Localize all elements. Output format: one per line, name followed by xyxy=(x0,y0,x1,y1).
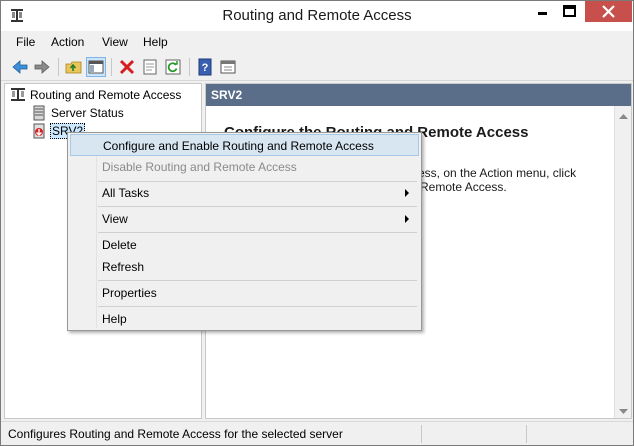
menu-view[interactable]: View xyxy=(102,35,128,49)
menu-item-delete[interactable]: Delete xyxy=(70,234,419,256)
tree-item-label: Server Status xyxy=(51,106,124,120)
pane-header: SRV2 xyxy=(206,84,631,106)
title-bar[interactable]: Routing and Remote Access xyxy=(1,1,633,31)
refresh-icon[interactable] xyxy=(163,57,183,77)
toolbar-separator xyxy=(111,58,112,76)
scroll-down-icon[interactable] xyxy=(619,405,628,414)
close-button[interactable] xyxy=(585,1,632,22)
minimize-button[interactable] xyxy=(529,1,556,22)
scroll-up-icon[interactable] xyxy=(619,110,628,119)
back-icon[interactable] xyxy=(10,57,30,77)
menu-item-label: Configure and Enable Routing and Remote … xyxy=(103,139,374,153)
maximize-button[interactable] xyxy=(556,1,583,22)
menu-item-view[interactable]: View xyxy=(70,208,419,230)
menu-help[interactable]: Help xyxy=(143,35,168,49)
forward-icon[interactable] xyxy=(32,57,52,77)
toolbar-separator xyxy=(58,58,59,76)
console-view-icon[interactable] xyxy=(218,57,238,77)
menu-item-help[interactable]: Help xyxy=(70,308,419,330)
submenu-arrow-icon xyxy=(405,215,409,223)
menu-item-properties[interactable]: Properties xyxy=(70,282,419,304)
routing-icon xyxy=(10,87,26,103)
menu-item-refresh[interactable]: Refresh xyxy=(70,256,419,278)
menu-file[interactable]: File xyxy=(16,35,35,49)
menu-item-label: Delete xyxy=(102,238,137,252)
menu-bar: File Action View Help xyxy=(1,31,633,53)
menu-item-disable[interactable]: Disable Routing and Remote Access xyxy=(70,156,419,178)
menu-separator xyxy=(98,306,417,307)
menu-separator xyxy=(98,206,417,207)
vertical-scrollbar[interactable] xyxy=(614,106,631,418)
svg-text:?: ? xyxy=(202,62,209,74)
context-menu: Configure and Enable Routing and Remote … xyxy=(67,132,422,331)
menu-separator xyxy=(98,280,417,281)
show-hide-tree-icon[interactable] xyxy=(86,57,106,77)
app-window: Routing and Remote Access File Action Vi… xyxy=(0,0,634,446)
menu-item-label: Disable Routing and Remote Access xyxy=(102,160,297,174)
menu-item-label: Refresh xyxy=(102,260,145,274)
menu-item-label: Properties xyxy=(102,286,157,300)
help-icon[interactable]: ? xyxy=(195,57,215,77)
status-bar: Configures Routing and Remote Access for… xyxy=(1,421,633,445)
delete-icon[interactable] xyxy=(117,57,137,77)
properties-icon[interactable] xyxy=(140,57,160,77)
tree-item-label: Routing and Remote Access xyxy=(30,88,182,102)
toolbar: ? xyxy=(1,53,633,81)
menu-item-label: View xyxy=(102,212,128,226)
submenu-arrow-icon xyxy=(405,189,409,197)
menu-separator xyxy=(98,232,417,233)
menu-item-label: Help xyxy=(102,312,127,326)
status-text: Configures Routing and Remote Access for… xyxy=(8,427,343,441)
menu-item-label: All Tasks xyxy=(102,186,150,200)
menu-item-all-tasks[interactable]: All Tasks xyxy=(70,182,419,204)
status-separator xyxy=(526,425,527,443)
menu-action[interactable]: Action xyxy=(51,35,84,49)
server-down-icon xyxy=(31,123,47,139)
status-separator xyxy=(421,425,422,443)
toolbar-separator xyxy=(189,58,190,76)
server-status-icon xyxy=(31,105,47,121)
menu-item-configure-enable[interactable]: Configure and Enable Routing and Remote … xyxy=(70,134,419,156)
up-folder-icon[interactable] xyxy=(64,57,84,77)
